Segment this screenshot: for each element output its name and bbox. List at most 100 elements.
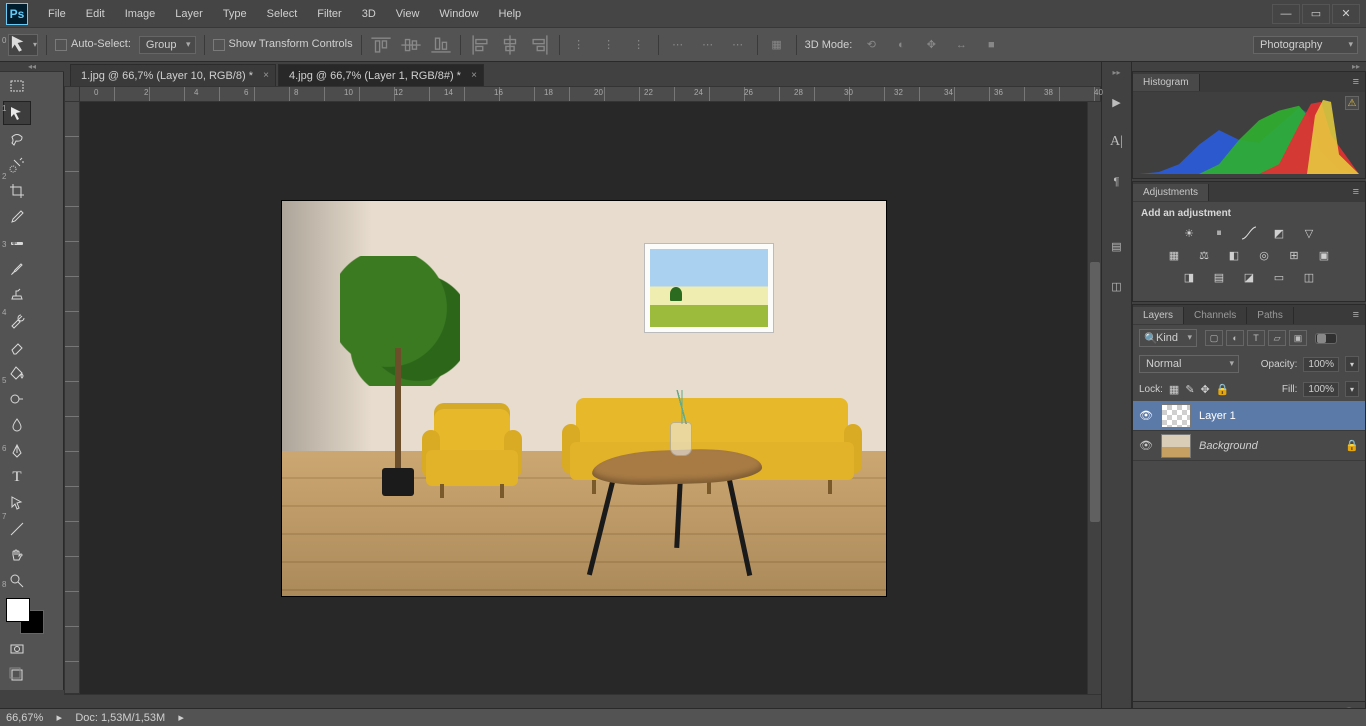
ruler-vertical[interactable]: 012345678 <box>64 102 80 694</box>
menu-image[interactable]: Image <box>115 3 166 25</box>
ruler-horizontal[interactable]: 0246810121416182022242628303234363840 <box>80 86 1101 102</box>
adj-photofilter-icon[interactable]: ◎ <box>1254 247 1274 263</box>
3d-roll-icon[interactable]: ◐ <box>890 34 912 56</box>
rectangular-marquee-tool-icon[interactable] <box>3 75 31 99</box>
adj-posterize-icon[interactable]: ▤ <box>1209 269 1229 285</box>
panel-expand-grip[interactable]: ▸▸ <box>1132 62 1366 71</box>
lock-all-icon[interactable]: 🔒 <box>1216 383 1230 396</box>
align-top-edges-icon[interactable] <box>370 34 392 56</box>
blur-tool-icon[interactable] <box>3 413 31 437</box>
3d-slide-icon[interactable]: ↔ <box>950 34 972 56</box>
status-info-chevron-icon[interactable]: ▸ <box>175 711 187 724</box>
libraries-panel-icon[interactable]: ▤ <box>1104 230 1130 262</box>
adj-hue-icon[interactable]: ▦ <box>1164 247 1184 263</box>
tab-layers[interactable]: Layers <box>1133 307 1184 324</box>
status-zoom-chevron-icon[interactable]: ▸ <box>53 711 65 724</box>
paragraph-panel-icon[interactable]: ¶ <box>1104 166 1130 198</box>
layer-thumbnail[interactable] <box>1161 434 1191 458</box>
adj-invert-icon[interactable]: ◨ <box>1179 269 1199 285</box>
menu-edit[interactable]: Edit <box>76 3 115 25</box>
auto-select-mode-dropdown[interactable]: Group <box>139 36 196 54</box>
histogram-cache-warning-icon[interactable]: ⚠ <box>1345 96 1359 110</box>
layer-visibility-icon[interactable]: 👁 <box>1139 409 1153 423</box>
screen-mode-toggle-icon[interactable] <box>3 663 31 687</box>
distribute-bottom-icon[interactable]: ⋮ <box>628 34 650 56</box>
adj-colorbalance-icon[interactable]: ⚖ <box>1194 247 1214 263</box>
type-tool-icon[interactable]: T <box>3 465 31 489</box>
menu-filter[interactable]: Filter <box>307 3 351 25</box>
window-restore-button[interactable]: ▭ <box>1302 4 1330 24</box>
close-tab-icon[interactable]: × <box>263 70 269 81</box>
menu-window[interactable]: Window <box>429 3 488 25</box>
navigator-panel-icon[interactable]: ◫ <box>1104 270 1130 302</box>
pen-tool-icon[interactable] <box>3 439 31 463</box>
hand-tool-icon[interactable] <box>3 543 31 567</box>
menu-view[interactable]: View <box>386 3 430 25</box>
auto-select-checkbox[interactable]: Auto-Select: <box>55 38 131 50</box>
adj-threshold-icon[interactable]: ◪ <box>1239 269 1259 285</box>
blend-mode-dropdown[interactable]: Normal <box>1139 355 1239 373</box>
window-close-button[interactable]: ✕ <box>1332 4 1360 24</box>
canvas-viewport[interactable] <box>80 102 1087 694</box>
3d-zoom-icon[interactable]: ■ <box>980 34 1002 56</box>
eyedropper-tool-icon[interactable] <box>3 205 31 229</box>
window-minimize-button[interactable]: — <box>1272 4 1300 24</box>
menu-select[interactable]: Select <box>257 3 308 25</box>
layer-row-0[interactable]: 👁 Layer 1 <box>1133 401 1365 431</box>
zoom-tool-icon[interactable] <box>3 569 31 593</box>
distribute-top-icon[interactable]: ⋮ <box>568 34 590 56</box>
layer-thumbnail[interactable] <box>1161 404 1191 428</box>
layer-name[interactable]: Layer 1 <box>1199 410 1236 422</box>
toolbox-collapse-grip[interactable]: ◂◂ <box>0 62 64 72</box>
layer-visibility-icon[interactable]: 👁 <box>1139 439 1153 453</box>
adj-vibrance-icon[interactable]: ▽ <box>1299 225 1319 241</box>
3d-pan-icon[interactable]: ✥ <box>920 34 942 56</box>
dock-expand-grip[interactable]: ▸▸ <box>1102 68 1132 78</box>
tab-channels[interactable]: Channels <box>1184 307 1247 324</box>
crop-tool-icon[interactable] <box>3 179 31 203</box>
history-brush-tool-icon[interactable] <box>3 309 31 333</box>
ruler-origin[interactable] <box>64 86 80 102</box>
play-actions-icon[interactable]: ▶ <box>1104 86 1130 118</box>
distribute-hcenter-icon[interactable]: ⋯ <box>697 34 719 56</box>
fill-value[interactable]: 100% <box>1303 382 1339 397</box>
histogram-panel-menu-icon[interactable]: ≡ <box>1347 76 1365 88</box>
menu-file[interactable]: File <box>38 3 76 25</box>
status-zoom[interactable]: 66,67% <box>6 712 43 724</box>
opacity-dropdown-caret[interactable]: ▾ <box>1345 356 1359 372</box>
tab-adjustments[interactable]: Adjustments <box>1133 184 1209 201</box>
lasso-tool-icon[interactable] <box>3 127 31 151</box>
distribute-left-icon[interactable]: ⋯ <box>667 34 689 56</box>
auto-align-icon[interactable]: ▦ <box>766 34 788 56</box>
layer-filter-kind-dropdown[interactable]: 🔍Kind <box>1139 329 1197 347</box>
paint-bucket-tool-icon[interactable] <box>3 361 31 385</box>
adj-colorlookup-icon[interactable]: ▣ <box>1314 247 1334 263</box>
app-logo[interactable]: Ps <box>6 3 28 25</box>
lock-pixels-icon[interactable]: ✎ <box>1185 383 1194 396</box>
workspace-switcher[interactable]: Photography <box>1253 36 1358 54</box>
quick-selection-tool-icon[interactable] <box>3 153 31 177</box>
lock-position-icon[interactable]: ✥ <box>1201 383 1210 396</box>
foreground-color-swatch[interactable] <box>6 598 30 622</box>
scrollbar-vertical[interactable] <box>1087 102 1101 694</box>
tab-histogram[interactable]: Histogram <box>1133 74 1200 91</box>
filter-shape-icon[interactable]: ▱ <box>1268 330 1286 346</box>
filter-type-icon[interactable]: T <box>1247 330 1265 346</box>
layer-name[interactable]: Background <box>1199 440 1258 452</box>
filter-smart-icon[interactable]: ▣ <box>1289 330 1307 346</box>
align-vcenter-icon[interactable] <box>400 34 422 56</box>
brush-tool-icon[interactable] <box>3 257 31 281</box>
color-swatches[interactable] <box>2 598 61 636</box>
align-right-edges-icon[interactable] <box>529 34 551 56</box>
adj-channelmixer-icon[interactable]: ⊞ <box>1284 247 1304 263</box>
3d-orbit-icon[interactable]: ⟲ <box>860 34 882 56</box>
adj-gradientmap-icon[interactable]: ▭ <box>1269 269 1289 285</box>
layer-lock-icon[interactable]: 🔒 <box>1345 439 1359 452</box>
adj-curves-icon[interactable] <box>1239 225 1259 241</box>
adj-selectivecolor-icon[interactable]: ◫ <box>1299 269 1319 285</box>
layer-filter-toggle[interactable] <box>1315 333 1337 344</box>
close-tab-icon[interactable]: × <box>471 70 477 81</box>
align-left-edges-icon[interactable] <box>469 34 491 56</box>
adj-levels-icon[interactable]: ⏸ <box>1209 225 1229 241</box>
menu-type[interactable]: Type <box>213 3 257 25</box>
